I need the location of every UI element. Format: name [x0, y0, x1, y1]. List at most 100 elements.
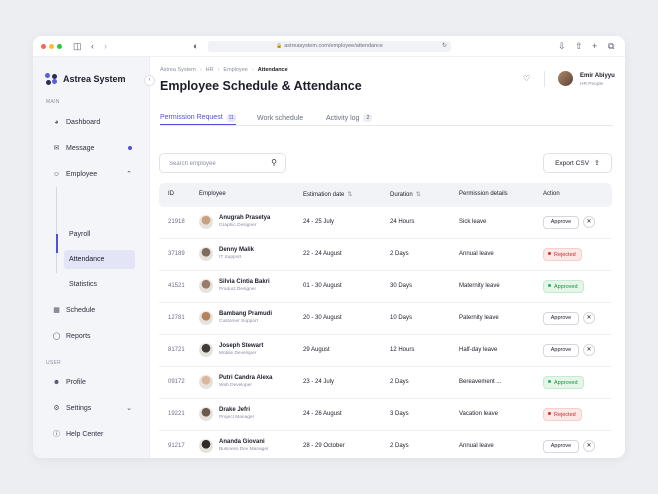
table-row[interactable]: 12781 Bambang Pramudi Customer Support 20 -… [159, 303, 612, 335]
notification-bell-icon[interactable]: ♡ [523, 74, 530, 83]
tab-work-schedule[interactable]: Work schedule [257, 111, 303, 125]
employee-name[interactable]: Bambang Pramudi [219, 311, 272, 317]
cell-id: 37189 [168, 251, 185, 257]
user-avatar[interactable] [558, 71, 573, 86]
minimize-window-button[interactable] [49, 44, 54, 49]
employee-name[interactable]: Drake Jefri [219, 407, 250, 413]
cell-duration: 2 Days [390, 443, 409, 449]
cell-duration: 12 Hours [390, 347, 415, 353]
search-input[interactable] [169, 158, 259, 169]
download-icon[interactable]: ⇩ [558, 41, 566, 52]
reload-icon[interactable]: ↻ [442, 41, 447, 52]
cell-estimation-date: 23 - 24 July [303, 379, 335, 385]
approve-button[interactable]: Approve [543, 216, 579, 229]
sidebar-subitem-attendance[interactable]: Attendance [64, 250, 135, 269]
tab-activity-log[interactable]: Activity log 2 [326, 111, 373, 125]
sidebar-toggle-icon[interactable]: ◫ [73, 41, 82, 52]
employee-name[interactable]: Denny Malik [219, 247, 254, 253]
approve-button[interactable]: Approve [543, 440, 579, 453]
sidebar-item-label: Settings [66, 404, 92, 412]
share-icon[interactable]: ⇧ [575, 41, 583, 52]
cell-permission-details: Half-day leave [459, 347, 498, 353]
cell-estimation-date: 01 - 30 August [303, 283, 342, 289]
reject-button[interactable]: ✕ [583, 344, 595, 356]
sidebar-item-help-center[interactable]: ⓘ Help Center [52, 427, 138, 441]
tabs-overview-icon[interactable]: ⧉ [608, 41, 614, 52]
status-label: Rejected [554, 252, 576, 258]
user-name[interactable]: Emir Abiyyu [580, 73, 615, 79]
maximize-window-button[interactable] [57, 44, 62, 49]
browser-toolbar: ◫ ‹ › ◐ 🔒 astreasystem.com/employee/atten… [33, 36, 625, 57]
column-header-permission-details: Permission details [459, 191, 508, 197]
table-row[interactable]: 91217 Ananda Giovani Business Dev Manager 2… [159, 431, 612, 458]
brand[interactable]: Astrea System [45, 73, 126, 85]
reports-icon: ◯ [52, 333, 61, 340]
tab-permission-request[interactable]: Permission Request 11 [160, 111, 236, 125]
table-row[interactable]: 81721 Joseph Stewart Mobile Developer 29 Au… [159, 335, 612, 367]
employee-avatar [199, 375, 213, 389]
sidebar-item-label: Message [66, 144, 95, 152]
employee-name[interactable]: Joseph Stewart [219, 343, 263, 349]
sidebar-item-schedule[interactable]: ▦ Schedule [52, 303, 138, 317]
new-tab-icon[interactable]: + [592, 41, 597, 52]
sidebar-item-reports[interactable]: ◯ Reports [52, 329, 138, 343]
employee-avatar [199, 407, 213, 421]
reject-button[interactable]: ✕ [583, 216, 595, 228]
sidebar-item-employee[interactable]: ☺ Employee ⌃ [52, 167, 138, 181]
lock-icon: 🔒 [276, 43, 283, 49]
table-row[interactable]: 37189 Denny Malik IT Support 22 - 24 August… [159, 239, 612, 271]
sort-icon[interactable]: ⇅ [347, 192, 352, 198]
table-row[interactable]: 09172 Putri Candra Alexa Web Developer 23 -… [159, 367, 612, 399]
approve-button[interactable]: Approve [543, 312, 579, 325]
employee-name[interactable]: Putri Candra Alexa [219, 375, 272, 381]
collapse-sidebar-button[interactable]: ‹ [144, 75, 155, 86]
sidebar-item-settings[interactable]: ⚙ Settings ⌄ [52, 401, 138, 415]
breadcrumb-item[interactable]: Astrea System [160, 67, 196, 73]
sidebar-subitem-payroll[interactable]: Payroll [64, 225, 135, 244]
address-text: astreasystem.com/employee/attendance [284, 43, 383, 49]
employee-name[interactable]: Silvia Cintia Bakri [219, 279, 270, 285]
table-row[interactable]: 41521 Silvia Cintia Bakri Product Designer… [159, 271, 612, 303]
reject-button[interactable]: ✕ [583, 312, 595, 324]
export-csv-label: Export CSV [555, 159, 590, 167]
search-icon[interactable]: ⚲ [271, 158, 277, 167]
address-bar[interactable]: 🔒 astreasystem.com/employee/attendance ↻ [208, 41, 451, 52]
table-row[interactable]: 21918 Anugrah Prasetya Graphic Designer 24 … [159, 207, 612, 239]
cell-id: 19221 [168, 411, 185, 417]
column-header-duration[interactable]: Duration ⇅ [390, 191, 421, 198]
sidebar-item-message[interactable]: ✉ Message [52, 141, 138, 155]
breadcrumb-item[interactable]: HR [206, 67, 214, 73]
privacy-shield-icon[interactable]: ◐ [193, 41, 198, 52]
breadcrumb-current: Attendance [257, 67, 288, 73]
sidebar-item-profile[interactable]: ☻ Profile [52, 375, 138, 389]
forward-icon[interactable]: › [104, 41, 107, 52]
sidebar-subitem-statistics[interactable]: Statistics [64, 275, 135, 294]
employee-name[interactable]: Ananda Giovani [219, 439, 265, 445]
employee-role: Business Dev Manager [219, 447, 269, 452]
breadcrumb-item[interactable]: Employee [223, 67, 247, 73]
employee-icon: ☺ [52, 170, 61, 178]
search-field[interactable]: ⚲ [159, 153, 286, 173]
table-row[interactable]: 19221 Drake Jefri Project Manager 24 - 26 A… [159, 399, 612, 431]
employee-name[interactable]: Anugrah Prasetya [219, 215, 270, 221]
sidebar: Astrea System MAIN ◕ Dashboard ✉ Message… [33, 57, 150, 458]
submenu-guide-line [56, 187, 57, 273]
sidebar-item-dashboard[interactable]: ◕ Dashboard [52, 115, 138, 129]
back-icon[interactable]: ‹ [91, 41, 94, 52]
tab-label: Work schedule [257, 114, 304, 122]
export-csv-button[interactable]: Export CSV ⇪ [543, 153, 612, 173]
cell-id: 12781 [168, 315, 185, 321]
approve-button[interactable]: Approve [543, 344, 579, 357]
cell-permission-details: Vacation leave [459, 411, 498, 417]
employee-avatar [199, 439, 213, 453]
column-header-action: Action [543, 191, 560, 197]
reject-button[interactable]: ✕ [583, 440, 595, 452]
sort-icon[interactable]: ⇅ [416, 192, 421, 198]
close-window-button[interactable] [41, 44, 46, 49]
close-icon: ✕ [586, 219, 592, 225]
cell-estimation-date: 24 - 25 July [303, 219, 335, 225]
column-header-estimation-date[interactable]: Estimation date ⇅ [303, 191, 352, 198]
tab-label: Permission Request [160, 114, 223, 121]
status-dot [548, 380, 551, 384]
breadcrumb: Astrea System › HR › Employee › Attendan… [160, 67, 292, 73]
